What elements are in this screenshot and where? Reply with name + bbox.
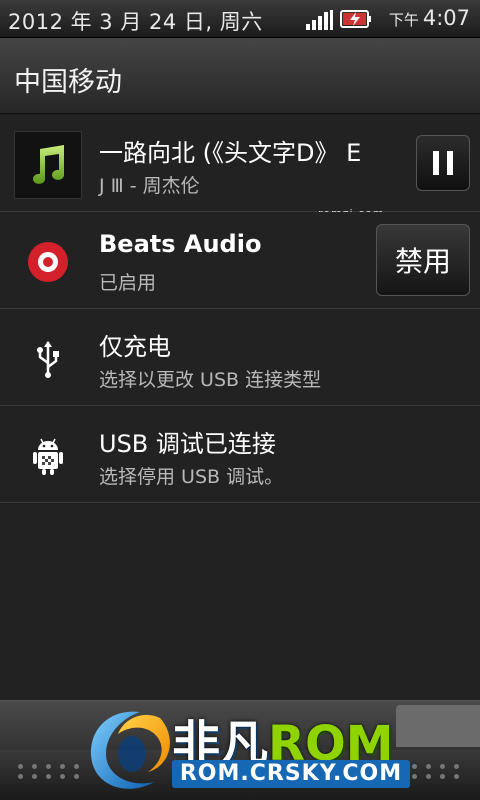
disable-button[interactable]: 禁用 xyxy=(376,224,470,296)
android-debug-icon xyxy=(14,422,82,490)
music-note-icon xyxy=(14,131,82,199)
grip-left-icon xyxy=(18,764,82,779)
logo-site: ROM.CRSKY.COM xyxy=(172,760,410,788)
pause-icon xyxy=(433,151,439,175)
site-logo: 非凡ROM ROM.CRSKY.COM xyxy=(82,698,412,800)
status-clock: 4:07 xyxy=(422,6,470,30)
battery-charging-icon xyxy=(340,9,372,29)
status-ampm: 下午 xyxy=(388,11,419,29)
status-time: 下午 4:07 xyxy=(389,6,470,30)
beats-logo-icon xyxy=(14,228,82,296)
music-title: 一路向北 (《头文字D》 E xyxy=(99,139,362,167)
status-bar: 2012 年 3 月 24 日, 周六 下午 4:07 xyxy=(0,0,480,38)
pause-button[interactable] xyxy=(416,135,470,191)
notification-beats-audio[interactable]: Beats Audio 已启用 禁用 xyxy=(0,212,480,309)
beats-title: Beats Audio xyxy=(99,230,262,258)
music-artist: J Ⅲ - 周杰伦 xyxy=(99,175,200,197)
carrier-header: 中国移动 xyxy=(0,38,480,114)
notification-empty-area xyxy=(0,504,480,700)
usb-icon xyxy=(14,325,82,393)
debug-subtitle: 选择停用 USB 调试。 xyxy=(99,466,284,488)
status-date: 2012 年 3 月 24 日, 周六 xyxy=(8,10,263,34)
beats-status: 已启用 xyxy=(99,272,157,294)
swirl-logo-icon xyxy=(90,711,170,789)
debug-title: USB 调试已连接 xyxy=(99,430,276,458)
charge-title: 仅充电 xyxy=(99,333,171,361)
notification-usb-debug[interactable]: USB 调试已连接 选择停用 USB 调试。 xyxy=(0,406,480,503)
charge-subtitle: 选择以更改 USB 连接类型 xyxy=(99,369,322,391)
carrier-name: 中国移动 xyxy=(14,67,122,98)
notification-music[interactable]: 一路向北 (《头文字D》 E J Ⅲ - 周杰伦 romzj.com xyxy=(0,115,480,220)
notification-usb-charge[interactable]: 仅充电 选择以更改 USB 连接类型 xyxy=(0,309,480,406)
signal-icon xyxy=(306,10,334,30)
